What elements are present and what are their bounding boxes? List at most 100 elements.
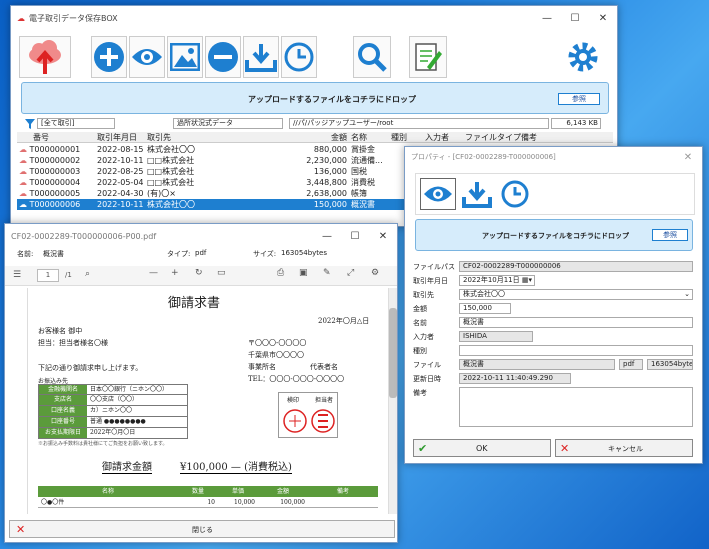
viewer-close-bottom-button[interactable]: ✕ 閉じる [9,520,395,538]
party-select[interactable]: 株式会社〇〇 ⌄ [459,289,693,300]
amount-input[interactable]: 150,000 [459,303,511,314]
party-value: 株式会社〇〇 [463,290,505,298]
col-name[interactable]: 名称 [347,132,391,142]
folder-select[interactable]: 過所状況式データ [173,118,283,129]
cancel-label: キャンセル [608,445,643,453]
col-filetype[interactable]: ファイルタイプ [465,132,521,142]
drop-zone[interactable]: アップロードするファイルをコチラにドロップ 参照 [21,82,609,114]
cloud-icon: ☁ [19,178,30,187]
total-value: ¥100,000 — (消費税込) [180,458,292,474]
name-input[interactable]: 概況書 [459,317,693,328]
props-title: プロパティ - [CF02-0002289-T000000006] [411,153,556,161]
close-button[interactable]: ✕ [589,13,617,24]
col-number[interactable]: 番号 [17,132,97,142]
settings-button[interactable] [561,36,605,78]
col-date[interactable]: 取引年月日 [97,132,147,142]
pdf-settings-icon[interactable]: ⚙ [371,268,379,278]
maximize-button[interactable]: ☐ [561,13,589,24]
scope-select[interactable]: [全て取引] [37,118,115,129]
stamp-box: 検印 担当者 [278,392,338,438]
history-button[interactable] [281,36,317,78]
bank-value: カ）ニホン〇〇 [90,407,133,414]
total-label: 御請求金額 [102,458,152,474]
edit-button[interactable] [409,36,447,78]
zoom-out-icon[interactable]: — [149,268,158,278]
viewer-close-button[interactable]: ✕ [369,231,397,242]
viewer-maximize-button[interactable]: ☐ [341,231,369,242]
props-view-button[interactable] [420,178,456,210]
draw-icon[interactable]: ✎ [323,268,331,278]
col-memo[interactable]: 備考 [521,132,561,142]
date-picker[interactable]: 2022年10月11日 ▦▾ [459,275,535,286]
sidebar-toggle-icon[interactable]: ☰ [13,270,21,280]
expand-icon[interactable]: ⤢ [347,268,354,278]
col-amount[interactable]: 金額 [247,132,347,142]
doc-addr1: 〒〇〇〇-〇〇〇〇 [248,339,307,347]
props-download-button[interactable] [460,178,494,210]
remove-button[interactable] [205,36,241,78]
props-titlebar: プロパティ - [CF02-0002289-T000000006] ✕ [405,147,702,167]
view-button[interactable] [129,36,165,78]
cell-name: 流通備... [351,156,383,165]
items-col: 名称 [101,488,114,495]
cell-name: 国税 [351,167,367,176]
doc-addr2: 千葉県市〇〇〇〇 [248,351,304,359]
size-value: 163054bytes [281,249,328,257]
path-label: ファイルパス [413,263,455,271]
user-label: 入力者 [413,333,434,341]
minimize-button[interactable]: — [533,13,561,24]
edit-document-icon [415,43,442,71]
find-icon[interactable]: ⌕ [85,269,90,279]
cell-party: □□株式会社 [147,167,195,176]
add-button[interactable] [91,36,127,78]
items-cell [308,497,378,507]
search-button[interactable] [353,36,391,78]
cell-amount: 3,448,800 [306,178,347,187]
ok-button[interactable]: ✔ OK [413,439,551,457]
kind-input[interactable] [459,345,693,356]
path-field[interactable]: //パ/パッジアップユーザー/root [289,118,549,129]
path-field: CF02-0002289-T000000006 [459,261,693,272]
upload-button[interactable] [19,36,71,78]
page-input[interactable]: 1 [37,269,59,282]
bank-value: 〇〇支店（〇〇） [90,396,139,403]
memo-textarea[interactable] [459,387,693,427]
properties-window: プロパティ - [CF02-0002289-T000000006] ✕ アップロ… [404,146,703,464]
col-user[interactable]: 入力者 [425,132,465,142]
filter-icon [25,119,35,129]
zoom-in-icon[interactable]: + [171,268,179,278]
print-icon[interactable]: ⎙ [277,268,284,278]
bank-row: 支店名 〇〇支店（〇〇） [38,395,188,406]
props-history-button[interactable] [498,178,532,210]
cell-date: 2022-08-25 [97,167,144,176]
props-browse-button[interactable]: 参照 [652,229,688,241]
cloud-icon: ☁ [19,200,30,209]
save-icon[interactable]: ▣ [299,268,308,278]
browse-button[interactable]: 参照 [558,93,600,105]
viewer-minimize-button[interactable]: — [313,231,341,242]
props-close-button[interactable]: ✕ [674,152,702,163]
cancel-button[interactable]: ✕ キャンセル [555,439,693,457]
minus-circle-icon [208,42,238,72]
date-label: 取引年月日 [413,277,448,285]
pdf-page: 御請求書 2022年〇月△日 お客様名 御中 担当：担当者様名〇様 〒〇〇〇-〇… [27,288,389,514]
props-drop-zone[interactable]: アップロードするファイルをコチラにドロップ 参照 [415,219,693,251]
calendar-icon[interactable]: ▦▾ [522,276,532,285]
cell-party: □□株式会社 [147,156,195,165]
fit-icon[interactable]: ▭ [217,268,226,278]
col-kind[interactable]: 種別 [391,132,425,142]
cell-amount: 2,638,000 [306,189,347,198]
cloud-icon: ☁ [19,156,30,165]
items-col: 金額 [276,488,289,495]
viewer-scrollbar[interactable] [389,288,397,514]
clock-icon [284,42,314,72]
bank-row: 金融機関名 日本〇〇銀行（ニホン〇〇） [38,384,188,395]
col-party[interactable]: 取引先 [147,132,247,142]
download-button[interactable] [243,36,279,78]
doc-heading: 御請求書 [168,296,221,311]
image-button[interactable] [167,36,203,78]
size-label: サイズ: [253,250,277,258]
cell-name: 賞掛金 [351,145,375,154]
file-name-field: 概況書 [459,359,615,370]
rotate-icon[interactable]: ↻ [195,268,203,278]
